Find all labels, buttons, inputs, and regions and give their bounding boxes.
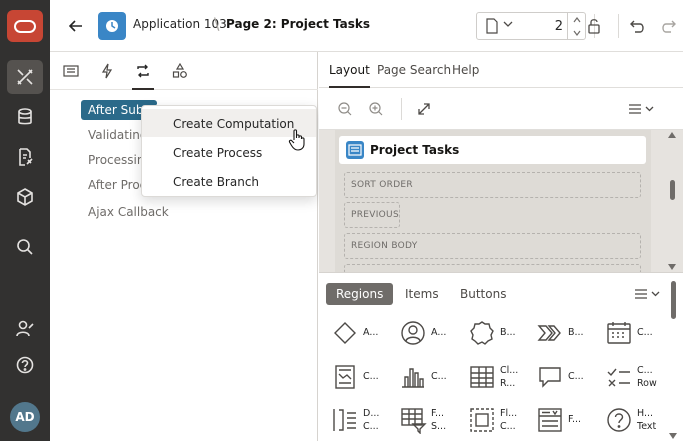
tree-node-ajax-callback[interactable]: Ajax Callback [88,205,169,219]
search-icon[interactable] [7,230,43,264]
menu-item-create-branch[interactable]: Create Branch [142,167,316,195]
gallery-item[interactable]: C... [530,359,586,395]
page-title: Page 2: Project Tasks [226,17,371,31]
breadcrumb-icon [537,325,561,341]
toolbar-divider [401,98,402,120]
scroll-up-icon[interactable] [668,132,676,138]
flex-container-icon [470,408,494,432]
gallery-tab-regions[interactable]: Regions [326,283,394,305]
scroll-down-icon[interactable] [668,264,676,270]
tab-help[interactable]: Help [452,63,479,77]
oracle-logo[interactable] [7,10,43,42]
region-icon [346,141,364,159]
gallery-item[interactable]: B... [462,315,518,351]
gallery-item[interactable]: F... [530,402,586,438]
expand-icon[interactable] [413,98,435,120]
hand-cursor-icon [288,129,305,151]
app-name-link[interactable]: Application 103 [133,17,227,31]
table-icon [470,366,494,388]
form-icon [538,408,562,432]
region-title: Project Tasks [370,143,460,157]
gallery-item[interactable]: A... [393,315,449,351]
back-arrow-icon[interactable] [64,14,88,38]
position-previous[interactable]: PREVIOUS [344,202,400,228]
badge-icon [470,321,494,345]
document-edit-icon[interactable] [7,140,43,174]
gallery-item[interactable]: A... [325,315,381,351]
gallery-item[interactable]: F... S... [393,402,449,438]
region-project-tasks[interactable]: Project Tasks [339,136,646,164]
layout-menu-icon[interactable] [627,98,657,120]
app-builder-tools-icon[interactable] [7,60,43,94]
user-avatar[interactable]: AD [10,402,40,432]
component-gallery: Regions Items Buttons A... A... B... B..… [319,272,683,441]
right-pane: Layout Page Search Help Project Tasks SO… [319,52,683,441]
chevron-up-icon[interactable] [573,16,581,23]
help-icon[interactable] [7,348,43,382]
position-region-body[interactable]: REGION BODY [344,233,641,259]
gallery-item[interactable]: C... [393,359,449,395]
page-header: Application 103 \ Page 2: Project Tasks … [50,0,683,52]
page-number-input[interactable]: 2 [523,19,563,34]
gallery-scrollbar-thumb[interactable] [671,281,676,319]
gallery-tab-buttons[interactable]: Buttons [450,283,516,305]
tree-node-after-processing[interactable]: After Processing [88,178,142,192]
gallery-menu-icon[interactable] [633,283,663,305]
left-nav: AD [0,0,50,441]
tree-node-validating[interactable]: Validating [88,128,148,142]
layout-scrollbar-thumb[interactable] [670,180,675,200]
position-sort-order[interactable]: SORT ORDER [344,172,641,198]
chevron-down-icon[interactable] [573,30,581,36]
bar-chart-icon [402,368,424,388]
gallery-item[interactable]: B... [530,315,586,351]
app-icon [98,12,126,40]
layout-toolbar [319,88,683,130]
zoom-out-icon[interactable] [334,98,356,120]
user-settings-icon[interactable] [7,312,43,346]
position-next[interactable] [344,264,641,272]
help-text-icon [607,408,631,432]
zoom-in-icon[interactable] [365,98,387,120]
processing-tab-icon[interactable] [130,60,156,90]
package-icon[interactable] [7,180,43,214]
avatar-icon [401,321,425,345]
shared-components-tab-icon[interactable] [167,60,193,82]
faceted-search-icon [401,408,427,434]
card-icon [335,365,355,389]
checklist-icon [607,368,630,387]
page-document-icon [486,18,498,34]
rendering-tab-icon[interactable] [58,60,84,82]
sort-list-icon [333,409,356,431]
gallery-item[interactable]: D... C... [325,402,381,438]
comment-icon [539,367,561,388]
gallery-item[interactable]: C... [599,315,655,351]
breadcrumb-separator: \ [214,14,220,33]
tab-page-search[interactable]: Page Search [377,63,451,77]
tab-layout[interactable]: Layout [329,63,370,88]
gallery-item[interactable]: Fl... C... [462,402,518,438]
gallery-item[interactable]: C... Row [599,359,657,395]
gallery-item[interactable]: H... Text [599,402,656,438]
left-pane-tabs [50,52,318,90]
undo-icon[interactable] [626,14,650,38]
gallery-tab-items[interactable]: Items [395,283,449,305]
toolbar-divider [618,14,619,38]
diamond-icon [334,322,356,344]
calendar-icon [607,322,631,344]
database-icon[interactable] [7,100,43,134]
page-lock-icon[interactable] [582,14,606,38]
chevron-down-icon[interactable] [503,20,513,28]
right-pane-tabs: Layout Page Search Help [319,52,683,88]
layout-canvas[interactable]: Project Tasks SORT ORDER PREVIOUS REGION… [319,130,683,272]
dynamic-actions-tab-icon[interactable] [94,60,120,82]
gallery-item[interactable]: C... [325,359,381,395]
gallery-item[interactable]: Cl... R... [462,359,518,395]
page-selector[interactable]: 2 [476,12,586,40]
scroll-down-icon[interactable] [669,433,677,439]
redo-icon[interactable] [656,14,680,38]
